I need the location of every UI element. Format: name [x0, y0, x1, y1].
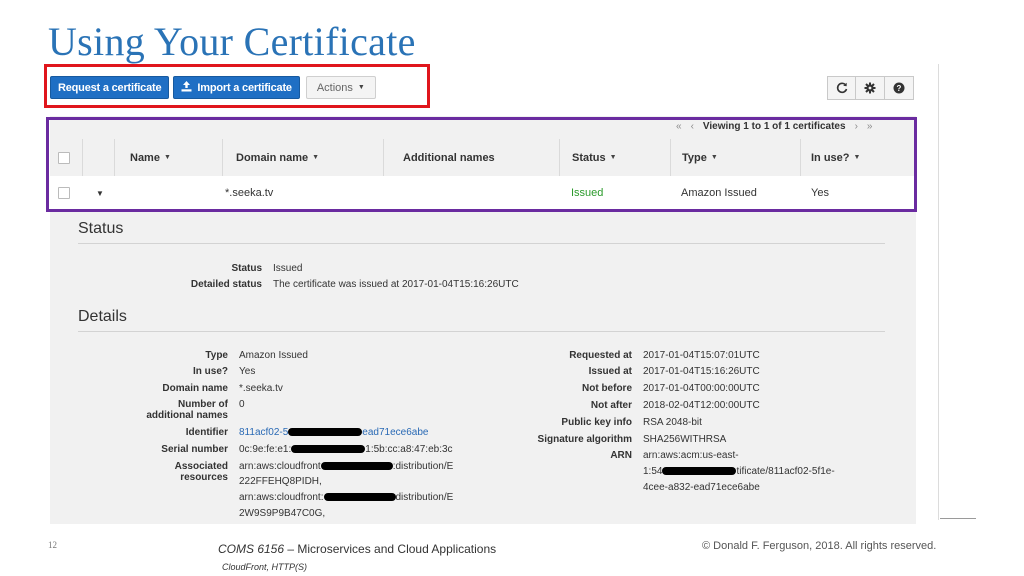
in-use-value: Yes [239, 366, 256, 377]
divider [78, 331, 885, 332]
gear-icon[interactable] [856, 76, 885, 100]
slide-number: 12 [48, 540, 57, 550]
details-left-column: Type Amazon Issued In use? Yes Domain na… [0, 349, 520, 524]
serial-number-label: Serial number [161, 444, 228, 455]
not-before-value: 2017-01-04T00:00:00UTC [643, 383, 760, 394]
divider [938, 64, 939, 520]
arn-line2-end: tificate/811acf02-5f1e- [736, 466, 835, 477]
course-title: COMS 6156 – Microservices and Cloud Appl… [218, 542, 496, 556]
serial-start: 0c:9e:fe:e1: [239, 444, 292, 455]
redaction-bar [288, 428, 363, 437]
slide-subtitle: CloudFront, HTTP(S) [222, 562, 308, 572]
details-heading: Details [78, 308, 127, 325]
requested-at-label: Requested at [569, 350, 632, 361]
associated-resource-2-line2: 2W9S9P9B47C0G, [239, 508, 326, 519]
not-before-label: Not before [582, 383, 632, 394]
signature-algorithm-value: SHA256WITHRSA [643, 434, 727, 445]
copyright: © Donald F. Ferguson, 2018. All rights r… [702, 540, 937, 552]
detailed-status-label: Detailed status [190, 279, 262, 290]
highlight-box-purple [46, 117, 917, 212]
domain-name-value: *.seeka.tv [239, 383, 283, 394]
course-code: COMS 6156 [218, 542, 285, 556]
resource-2-end: distribution/E [395, 492, 454, 503]
help-icon[interactable]: ? [885, 76, 914, 100]
refresh-icon[interactable] [827, 76, 856, 100]
course-name: Microservices and Cloud Applications [297, 542, 497, 556]
issued-at-label: Issued at [588, 366, 632, 377]
arn-value-line2: 1:54 tificate/811acf02-5f1e- [643, 465, 835, 478]
status-value: Issued [273, 263, 303, 274]
resource-1-start: arn:aws:cloudfront [239, 461, 321, 472]
redaction-bar [662, 467, 737, 476]
toolbar-icon-group: ? [827, 76, 914, 100]
additional-names-value: 0 [239, 399, 245, 410]
associated-resources-label-line2: resources [180, 472, 228, 483]
not-after-value: 2018-02-04T12:00:00UTC [643, 400, 760, 411]
domain-name-label: Domain name [162, 383, 228, 394]
associated-resource-2: arn:aws:cloudfront: distribution/E [239, 491, 453, 504]
highlight-box-red [44, 64, 430, 108]
identifier-start: 811acf02-5 [239, 427, 289, 438]
public-key-info-label: Public key info [561, 417, 632, 428]
type-value: Amazon Issued [239, 350, 308, 361]
divider [78, 243, 885, 244]
signature-algorithm-label: Signature algorithm [537, 434, 632, 445]
associated-resource-1-line2: 222FFEHQ8PIDH, [239, 476, 322, 487]
issued-at-value: 2017-01-04T15:16:26UTC [643, 366, 760, 377]
redaction-bar [320, 462, 393, 471]
redaction-bar [323, 493, 396, 502]
not-after-label: Not after [590, 400, 632, 411]
svg-text:?: ? [897, 84, 902, 93]
identifier-end: ead71ece6abe [362, 427, 429, 438]
associated-resource-1: arn:aws:cloudfront :distribution/E [239, 460, 453, 473]
serial-end: 1:5b:cc:a8:47:eb:3c [365, 444, 453, 455]
detailed-status-value: The certificate was issued at 2017-01-04… [273, 279, 519, 290]
resource-2-start: arn:aws:cloudfront: [239, 492, 324, 503]
slide-title: Using Your Certificate [48, 19, 416, 64]
arn-value-line3: 4cee-a832-ead71ece6abe [643, 482, 760, 493]
resource-1-end: :distribution/E [392, 461, 454, 472]
additional-names-label-line2: additional names [146, 410, 228, 421]
redaction-bar [291, 445, 366, 454]
arn-label: ARN [610, 450, 632, 461]
identifier-link[interactable]: 811acf02-5 ead71ece6abe [239, 426, 428, 439]
status-heading: Status [78, 220, 124, 237]
type-label: Type [205, 350, 228, 361]
serial-number-value: 0c:9e:fe:e1: 1:5b:cc:a8:47:eb:3c [239, 443, 453, 456]
requested-at-value: 2017-01-04T15:07:01UTC [643, 350, 760, 361]
details-right-column: Requested at 2017-01-04T15:07:01UTC Issu… [500, 349, 920, 499]
course-separator: – [284, 542, 298, 556]
public-key-info-value: RSA 2048-bit [643, 417, 702, 428]
status-label: Status [231, 263, 262, 274]
divider [940, 518, 976, 519]
identifier-label: Identifier [185, 427, 228, 438]
arn-value-line1: arn:aws:acm:us-east- [643, 450, 739, 461]
status-details: Status Issued Detailed status The certif… [0, 262, 600, 292]
arn-line2-start: 1:54 [643, 466, 663, 477]
in-use-label: In use? [192, 366, 228, 377]
